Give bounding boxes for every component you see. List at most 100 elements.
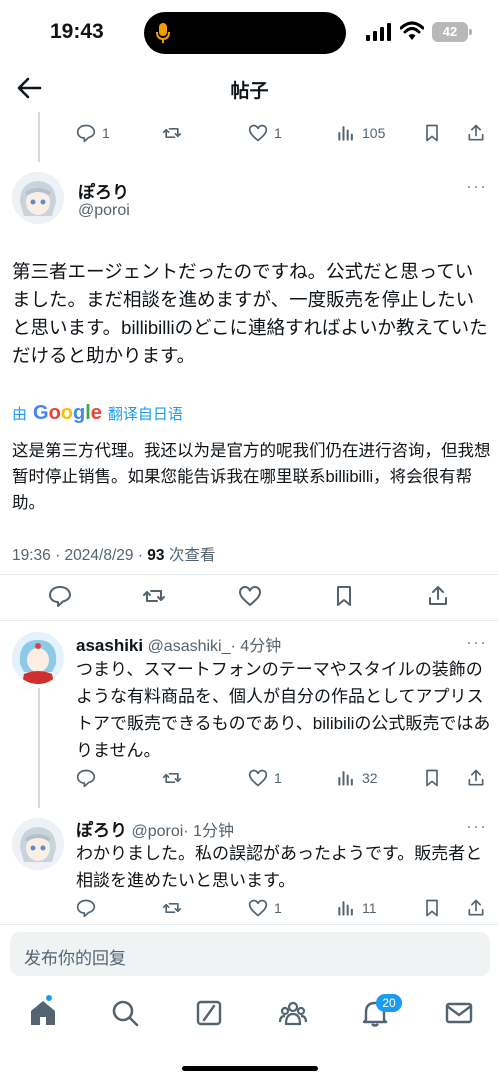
analytics-icon [338, 126, 353, 141]
bookmark-button[interactable] [422, 898, 448, 918]
share-icon [468, 769, 484, 786]
wifi-icon [400, 21, 424, 40]
reply-button[interactable] [76, 768, 102, 788]
author-name[interactable]: asashiki [76, 636, 143, 655]
share-button[interactable] [466, 768, 492, 788]
messages-icon[interactable] [444, 998, 474, 1028]
reply-icon [76, 124, 96, 143]
grok-icon[interactable] [194, 998, 224, 1028]
share-icon [429, 586, 447, 605]
reply-icon [49, 586, 71, 607]
reply-count: 1 [102, 125, 110, 141]
repost-icon [162, 128, 182, 138]
avatar-illustration [12, 632, 64, 684]
reply-text: わかりました。私の誤認があったようです。販売者と相談を進めたいと思います。 [76, 844, 483, 890]
reply-text: つまり、スマートフォンのテーマやスタイルの装飾のような有料商品を、個人が自分の作… [76, 660, 491, 760]
reply-icon [76, 899, 96, 918]
like-count: 1 [274, 125, 282, 141]
avatar-illustration [12, 818, 64, 870]
like-count: 1 [274, 770, 282, 786]
reply-button[interactable] [76, 898, 102, 918]
microphone-icon [156, 23, 170, 43]
divider [0, 620, 499, 621]
view-count: 32 [362, 770, 378, 786]
translation-attribution[interactable]: 由 Google 翻译自日语 [12, 402, 183, 425]
status-time: 19:43 [50, 20, 104, 43]
avatar[interactable] [12, 632, 64, 684]
heart-icon [239, 586, 261, 606]
share-icon [468, 899, 484, 916]
views-button[interactable]: 32 [336, 768, 378, 788]
search-icon[interactable] [110, 998, 140, 1028]
thread-line [38, 112, 40, 162]
reply-input[interactable]: 发布你的回复 [10, 932, 490, 976]
analytics-icon [338, 771, 353, 786]
share-icon [468, 124, 484, 141]
bookmark-icon [426, 124, 438, 142]
heart-icon [248, 769, 268, 787]
page-title: 帖子 [230, 81, 269, 102]
communities-icon[interactable] [278, 998, 308, 1028]
reply-button[interactable]: 1 [76, 123, 110, 143]
post-timestamp: 19:36 · 2024/8/29 · [12, 547, 148, 564]
dynamic-island [144, 12, 346, 54]
view-count: 93 [147, 547, 165, 564]
home-indicator [182, 1066, 318, 1071]
repost-button[interactable] [142, 584, 172, 608]
author-handle[interactable]: @poroi [131, 823, 183, 840]
reply-button[interactable] [48, 584, 78, 608]
battery-indicator: 42 [432, 22, 472, 42]
translate-prefix: 由 [12, 406, 28, 423]
views-button[interactable]: 11 [336, 898, 377, 918]
views-label: 次查看 [164, 547, 216, 564]
reply-header: asashiki @asashiki_· 4分钟 [76, 632, 281, 656]
like-button[interactable]: 1 [248, 898, 282, 918]
author-name[interactable]: ぽろり [76, 821, 127, 840]
home-icon[interactable] [28, 998, 58, 1028]
translate-label: 翻译自日语 [107, 406, 183, 423]
reply-icon [76, 769, 96, 788]
author-handle[interactable]: @poroi [78, 202, 130, 220]
author-name[interactable]: ぽろり [78, 178, 129, 203]
post-text: 第三者エージェントだったのですね。公式だと思っていました。まだ相談を進めますが、… [12, 261, 488, 366]
bookmark-icon [337, 586, 351, 606]
avatar-illustration [12, 172, 64, 224]
heart-icon [248, 899, 268, 917]
google-logo: Google [33, 402, 102, 424]
bookmark-button[interactable] [422, 123, 448, 143]
repost-button[interactable] [162, 123, 188, 143]
share-button[interactable] [466, 123, 492, 143]
bookmark-icon [426, 899, 438, 917]
bookmark-button[interactable] [332, 584, 362, 608]
author-handle[interactable]: @asashiki_ [148, 638, 231, 655]
view-count: 105 [362, 125, 386, 141]
repost-button[interactable] [162, 898, 188, 918]
home-unread-dot [46, 995, 52, 1001]
heart-icon [248, 124, 268, 142]
like-button[interactable]: 1 [248, 768, 282, 788]
more-options-icon[interactable]: ··· [466, 176, 487, 197]
repost-icon [162, 903, 182, 913]
like-count: 1 [274, 900, 282, 916]
like-button[interactable]: 1 [248, 123, 282, 143]
bookmark-button[interactable] [422, 768, 448, 788]
views-button[interactable]: 105 [336, 123, 385, 143]
divider [0, 574, 499, 575]
notification-badge: 20 [376, 994, 402, 1012]
avatar[interactable] [12, 172, 64, 224]
more-options-icon[interactable]: ··· [466, 816, 487, 837]
post-meta: 19:36 · 2024/8/29 · 93 次查看 [12, 543, 215, 565]
analytics-icon [338, 901, 353, 916]
reply-header: ぽろり @poroi· 1分钟 [76, 816, 234, 841]
avatar[interactable] [12, 818, 64, 870]
like-button[interactable] [238, 584, 268, 608]
reply-time: · 4分钟 [230, 638, 282, 655]
more-options-icon[interactable]: ··· [466, 632, 487, 653]
share-button[interactable] [426, 584, 456, 608]
divider [0, 924, 499, 925]
bookmark-icon [426, 769, 438, 787]
thread-line [38, 688, 40, 808]
share-button[interactable] [466, 898, 492, 918]
repost-button[interactable] [162, 768, 188, 788]
view-count: 11 [362, 900, 377, 916]
